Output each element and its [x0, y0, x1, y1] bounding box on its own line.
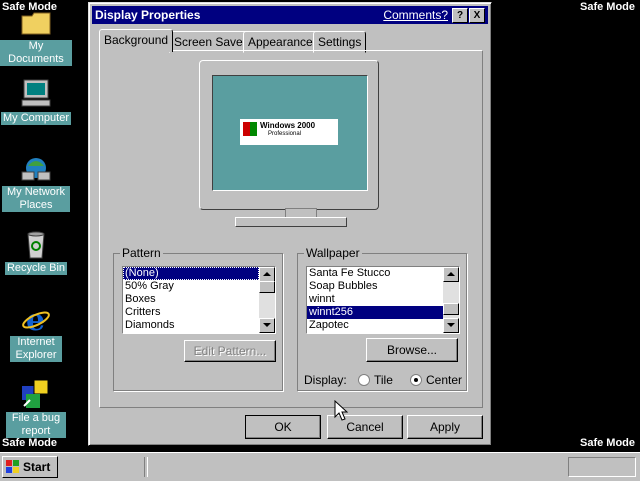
list-item[interactable]: Critters [123, 306, 275, 319]
help-button[interactable]: ? [452, 8, 468, 23]
wallpaper-group: Wallpaper Santa Fe Stucco Soap Bubbles w… [297, 246, 467, 391]
list-item[interactable]: winnt256 [307, 306, 443, 319]
arrow-up-icon [447, 272, 455, 276]
arrow-up-icon [263, 272, 271, 276]
pattern-list[interactable]: (None) 50% Gray Boxes Critters Diamonds [122, 266, 276, 334]
taskbar: Start [0, 452, 640, 481]
edit-pattern-button[interactable]: Edit Pattern... [184, 340, 276, 362]
windows-logo-wallpaper: Windows 2000 Professional [240, 119, 338, 145]
comments-link[interactable]: Comments? [383, 8, 448, 22]
internet-explorer-icon: e [20, 302, 52, 338]
scroll-down-button[interactable] [259, 318, 275, 333]
safe-mode-label-top-right: Safe Mode [580, 1, 636, 13]
monitor-preview: Windows 2000 Professional [199, 60, 379, 210]
close-button[interactable]: X [469, 8, 485, 23]
list-item[interactable]: (None) [123, 267, 259, 280]
mouse-cursor-icon [334, 400, 348, 421]
center-label[interactable]: Center [426, 373, 462, 387]
tile-radio[interactable] [358, 374, 370, 386]
list-item[interactable]: Zapotec [307, 319, 459, 332]
pattern-label: Pattern [120, 246, 163, 260]
safe-mode-label-bottom-right: Safe Mode [580, 437, 636, 449]
tab-background[interactable]: Background [99, 29, 174, 52]
ok-button[interactable]: OK [245, 415, 321, 439]
preview-screen: Windows 2000 Professional [212, 75, 368, 191]
wallpaper-label: Wallpaper [304, 246, 362, 260]
pattern-group: Pattern (None) 50% Gray Boxes Critters D… [113, 246, 283, 391]
taskbar-separator [144, 457, 148, 477]
desktop-icon-label: File a bug report [6, 412, 66, 438]
display-label: Display: [304, 373, 347, 387]
windows-logo-icon [6, 460, 19, 473]
scroll-thumb[interactable] [259, 281, 275, 293]
list-item[interactable]: Soap Bubbles [307, 280, 459, 293]
radio-dot [414, 378, 418, 382]
apply-button[interactable]: Apply [407, 415, 483, 439]
arrow-down-icon [263, 323, 271, 327]
monitor-base [235, 217, 347, 227]
scroll-down-button[interactable] [443, 318, 459, 333]
arrow-down-icon [447, 323, 455, 327]
list-item[interactable]: Boxes [123, 293, 275, 306]
dialog-title: Display Properties [95, 8, 201, 22]
browse-button[interactable]: Browse... [366, 338, 458, 362]
desktop-icon-label: Internet Explorer [10, 336, 62, 362]
list-item[interactable]: Santa Fe Stucco [307, 267, 459, 280]
wallpaper-list[interactable]: Santa Fe Stucco Soap Bubbles winnt winnt… [306, 266, 460, 334]
computer-icon [20, 78, 52, 110]
start-label: Start [23, 460, 51, 474]
safe-mode-label-bottom-left: Safe Mode [2, 437, 58, 449]
recycle-bin-icon [20, 228, 52, 260]
scroll-up-button[interactable] [443, 267, 459, 282]
desktop-icon-internet-explorer[interactable]: e Internet Explorer [0, 302, 72, 362]
logo-text: Windows 2000 [260, 121, 316, 130]
scroll-up-button[interactable] [259, 267, 275, 282]
title-bar[interactable]: Display Properties Comments? ? X [92, 6, 488, 24]
bug-report-icon [20, 378, 52, 410]
scroll-thumb[interactable] [443, 303, 459, 315]
desktop-icon-my-computer[interactable]: My Computer [0, 78, 72, 125]
list-item[interactable]: 50% Gray [123, 280, 275, 293]
display-properties-dialog: Display Properties Comments? ? X Backgro… [88, 2, 492, 446]
folder-icon [20, 6, 52, 38]
list-item[interactable]: winnt [307, 293, 459, 306]
desktop-icon-label: My Documents [0, 40, 72, 66]
system-tray [568, 457, 636, 477]
pattern-scrollbar[interactable] [259, 267, 275, 333]
desktop-icon-my-network-places[interactable]: My Network Places [0, 152, 72, 212]
desktop-icon-file-a-bug-report[interactable]: File a bug report [0, 378, 72, 438]
tile-label[interactable]: Tile [374, 373, 393, 387]
desktop-icon-my-documents[interactable]: My Documents [0, 6, 72, 66]
desktop-icon-label: My Network Places [2, 186, 70, 212]
desktop-icon-label: My Computer [0, 112, 72, 125]
network-icon [20, 152, 52, 184]
logo-subtext: Professional [268, 131, 302, 137]
desktop-icon-label: Recycle Bin [4, 262, 68, 275]
wallpaper-scrollbar[interactable] [443, 267, 459, 333]
windows-flag-icon [243, 122, 257, 136]
desktop-icon-recycle-bin[interactable]: Recycle Bin [0, 228, 72, 275]
start-button[interactable]: Start [2, 456, 58, 478]
list-item[interactable]: Diamonds [123, 319, 275, 332]
center-radio[interactable] [410, 374, 422, 386]
